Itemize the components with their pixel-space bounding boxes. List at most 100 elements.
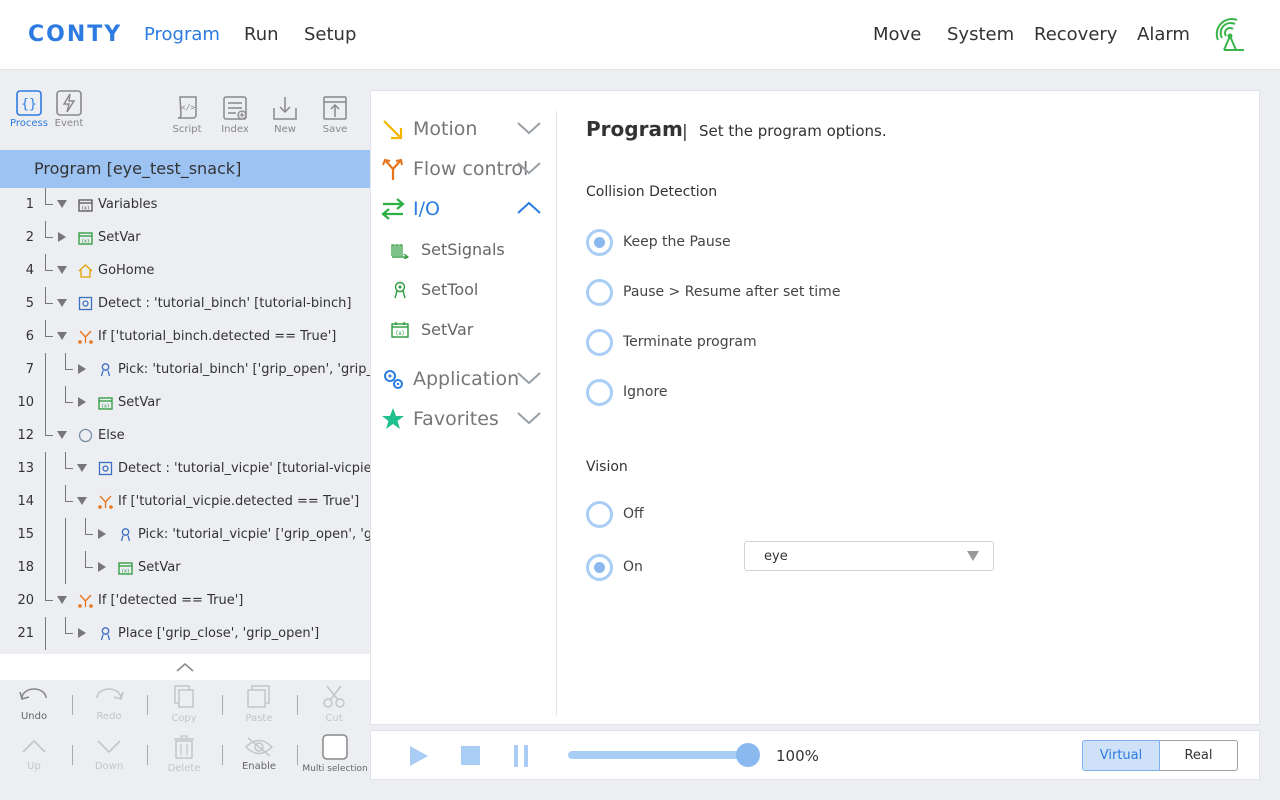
chevron-down-icon [517, 122, 541, 135]
nav-run[interactable]: Run [244, 24, 279, 45]
mode-virtual-button[interactable]: Virtual [1082, 740, 1160, 771]
svg-text:(x): (x) [122, 569, 130, 575]
speed-slider-handle[interactable] [736, 743, 760, 767]
paste-button[interactable]: Paste [231, 684, 287, 724]
collapse-bar[interactable] [0, 654, 370, 680]
setvar-icon: (x) [118, 562, 133, 575]
expanded-triangle-icon[interactable] [57, 298, 67, 308]
script-button[interactable]: </> Script [163, 94, 211, 135]
multi-selection-button[interactable]: Multi selection [302, 734, 368, 774]
command-setsignals[interactable]: SetSignals [391, 237, 541, 263]
tree-row[interactable]: 1 (x) Variables [0, 188, 370, 221]
tree-row[interactable]: 12 Else [0, 419, 370, 452]
up-button[interactable]: Up [6, 736, 62, 772]
nav-program[interactable]: Program [144, 24, 220, 45]
nav-alarm[interactable]: Alarm [1137, 24, 1190, 45]
expanded-triangle-icon[interactable] [57, 430, 67, 440]
tree-row[interactable]: 2 (x) SetVar [0, 221, 370, 254]
command-settool[interactable]: SetTool [391, 277, 541, 303]
radio-button[interactable] [586, 279, 613, 306]
tree-row[interactable]: 10 (x) SetVar [0, 386, 370, 419]
redo-button[interactable]: Redo [81, 686, 137, 722]
tree-row[interactable]: 5 Detect : 'tutorial_binch' [tutorial-bin… [0, 287, 370, 320]
enable-button[interactable]: Enable [231, 736, 287, 772]
tree-row[interactable]: 20 If ['detected == True'] [0, 584, 370, 617]
expanded-triangle-icon[interactable] [77, 496, 87, 506]
new-button[interactable]: New [261, 94, 309, 135]
collision-option-terminate[interactable]: Terminate program [586, 329, 1006, 357]
svg-text:(x): (x) [82, 239, 90, 245]
setvar-icon: (x) [391, 322, 409, 338]
radio-button[interactable] [586, 329, 613, 356]
expanded-triangle-icon[interactable] [57, 595, 67, 605]
speed-slider[interactable] [568, 751, 748, 759]
collapsed-triangle-icon[interactable] [77, 397, 87, 407]
save-button[interactable]: Save [311, 94, 359, 135]
tree-row[interactable]: 15 Pick: 'tutorial_vicpie' ['grip_open', … [0, 518, 370, 551]
radio-button[interactable] [586, 379, 613, 406]
tree-row-label: GoHome [98, 263, 155, 278]
category-motion[interactable]: Motion [381, 115, 551, 145]
command-list: Motion Flow control I/O SetSignals SetTo… [371, 91, 556, 724]
nav-move[interactable]: Move [873, 24, 921, 45]
expanded-triangle-icon[interactable] [57, 331, 67, 341]
tree-row[interactable]: 21 Place ['grip_close', 'grip_open'] [0, 617, 370, 650]
delete-button[interactable]: Delete [156, 734, 212, 774]
collision-option-ignore[interactable]: Ignore [586, 379, 1006, 407]
mode-real-button[interactable]: Real [1160, 740, 1238, 771]
collapsed-triangle-icon[interactable] [97, 562, 107, 572]
program-header[interactable]: Program [eye_test_snack] [0, 150, 370, 188]
cut-button[interactable]: Cut [306, 684, 362, 724]
paste-icon [247, 685, 270, 708]
command-setvar[interactable]: (x) SetVar [391, 317, 541, 343]
play-icon[interactable] [409, 745, 429, 767]
settool-label: SetTool [421, 280, 479, 299]
tree-guide-line [45, 287, 46, 304]
expanded-triangle-icon[interactable] [77, 463, 87, 473]
tree-guide-line [65, 353, 66, 370]
collision-option-keep-pause[interactable]: Keep the Pause [586, 229, 1006, 257]
radio-button[interactable] [586, 229, 613, 256]
event-tab[interactable]: Event [45, 90, 93, 129]
collapsed-triangle-icon[interactable] [77, 364, 87, 374]
index-button[interactable]: Index [211, 94, 259, 135]
setvar-label: SetVar [421, 320, 474, 339]
radio-button[interactable] [586, 501, 613, 528]
expanded-triangle-icon[interactable] [57, 265, 67, 275]
vision-option-off[interactable]: Off [586, 501, 1006, 529]
copy-button[interactable]: Copy [156, 684, 212, 724]
expanded-triangle-icon[interactable] [57, 199, 67, 209]
tree-row[interactable]: 14 If ['tutorial_vicpie.detected == True'… [0, 485, 370, 518]
branch-icon [98, 495, 113, 509]
eye-off-icon [244, 737, 274, 757]
collision-option-pause-resume[interactable]: Pause > Resume after set time [586, 279, 1006, 307]
pause-icon[interactable] [513, 744, 529, 768]
category-io[interactable]: I/O [381, 195, 551, 225]
vision-model-select[interactable]: eye [744, 541, 994, 571]
nav-recovery[interactable]: Recovery [1034, 24, 1117, 45]
category-flow-control[interactable]: Flow control [381, 155, 551, 185]
undo-button[interactable]: Undo [6, 686, 62, 722]
tree-row-label: If ['tutorial_binch.detected == True'] [98, 329, 337, 344]
down-button[interactable]: Down [81, 736, 137, 772]
collapsed-triangle-icon[interactable] [97, 529, 107, 539]
tree-row[interactable]: 13 Detect : 'tutorial_vicpie' [tutorial-v… [0, 452, 370, 485]
nav-setup[interactable]: Setup [304, 24, 356, 45]
tree-row[interactable]: 4 GoHome [0, 254, 370, 287]
svg-text:(x): (x) [82, 206, 90, 212]
nav-system[interactable]: System [947, 24, 1014, 45]
else-icon [78, 428, 93, 443]
collapsed-triangle-icon[interactable] [57, 232, 67, 242]
tree-row[interactable]: 7 Pick: 'tutorial_binch' ['grip_open', 'g… [0, 353, 370, 386]
tree-guide-line [85, 567, 93, 568]
radio-button[interactable] [586, 554, 613, 581]
tree-row[interactable]: 6 If ['tutorial_binch.detected == True'] [0, 320, 370, 353]
category-favorites[interactable]: Favorites [381, 405, 551, 435]
stop-icon[interactable] [461, 746, 480, 765]
vision-option-on[interactable]: On eye [586, 541, 1006, 582]
tree-row[interactable]: 18 (x) SetVar [0, 551, 370, 584]
collapsed-triangle-icon[interactable] [77, 628, 87, 638]
signal-icon[interactable] [1210, 16, 1248, 54]
tree-guide-line [45, 320, 46, 337]
category-application[interactable]: Application [381, 365, 551, 395]
